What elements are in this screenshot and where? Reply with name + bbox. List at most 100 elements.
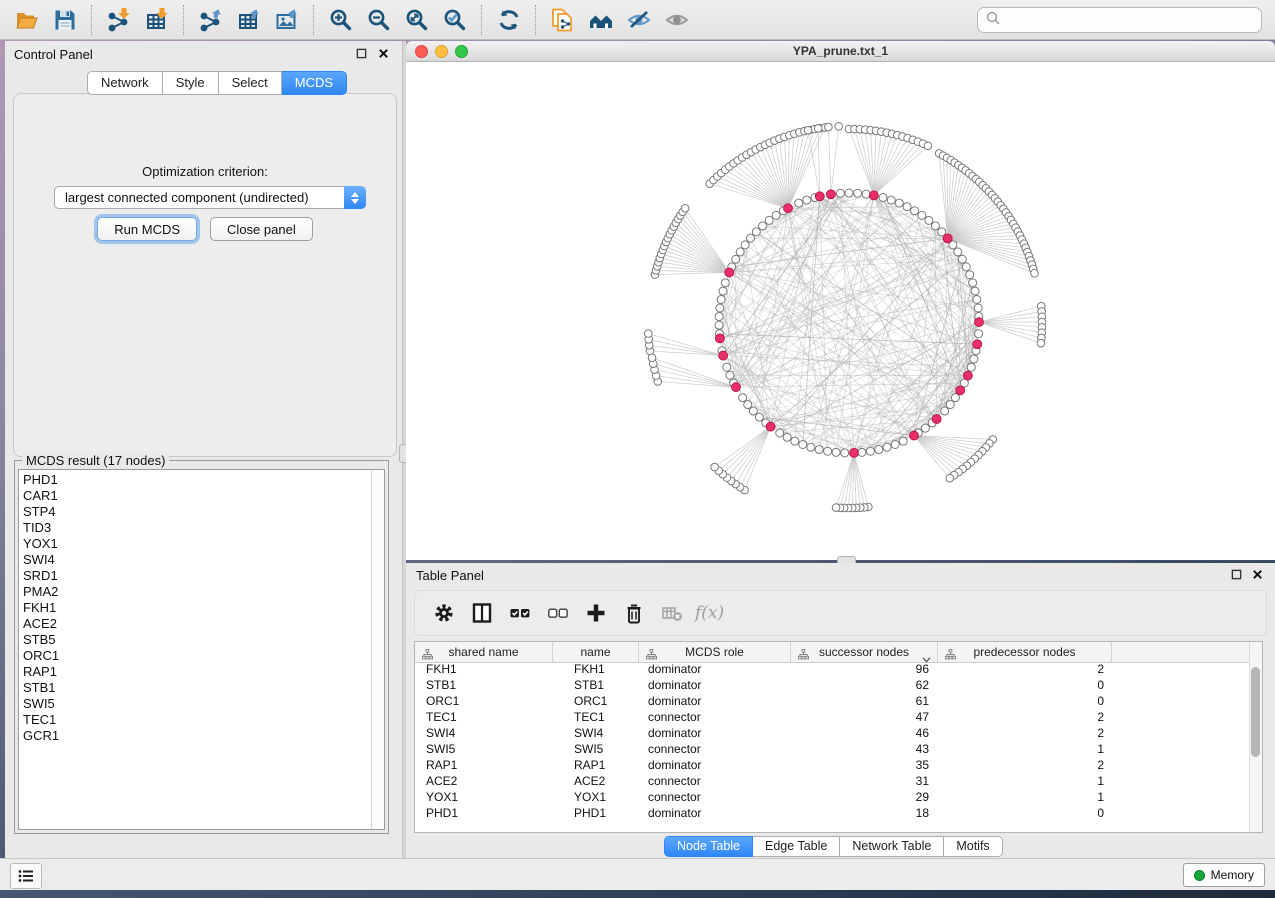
cell-successor-nodes[interactable]: 18 (791, 806, 938, 822)
cell-mcds-role[interactable]: dominator (639, 758, 791, 774)
mcds-result-item[interactable]: GCR1 (23, 728, 59, 744)
mcds-result-item[interactable]: YOX1 (23, 536, 59, 552)
cell-shared-name[interactable]: PHD1 (415, 806, 553, 822)
search-input[interactable] (1005, 12, 1261, 29)
cell-mcds-role[interactable]: dominator (639, 806, 791, 822)
mcds-result-item[interactable]: STB5 (23, 632, 59, 648)
cell-shared-name[interactable]: FKH1 (415, 662, 553, 678)
mcds-result-item[interactable]: PHD1 (23, 472, 59, 488)
cell-name[interactable]: SWI5 (553, 742, 639, 758)
cell-name[interactable]: RAP1 (553, 758, 639, 774)
show-all-button[interactable] (659, 3, 695, 37)
tab-mcds[interactable]: MCDS (282, 71, 347, 95)
cell-shared-name[interactable]: SWI4 (415, 726, 553, 742)
cell-predecessor-nodes[interactable]: 2 (938, 710, 1112, 726)
export-image-button[interactable] (269, 3, 305, 37)
mcds-result-item[interactable]: ORC1 (23, 648, 59, 664)
mcds-result-item[interactable]: RAP1 (23, 664, 59, 680)
cell-shared-name[interactable]: RAP1 (415, 758, 553, 774)
cell-successor-nodes[interactable]: 31 (791, 774, 938, 790)
cell-predecessor-nodes[interactable]: 1 (938, 774, 1112, 790)
table-row[interactable]: SWI4SWI4dominator462 (415, 726, 1250, 742)
tab-motifs[interactable]: Motifs (944, 836, 1002, 857)
cell-successor-nodes[interactable]: 47 (791, 710, 938, 726)
zoom-in-button[interactable] (323, 3, 359, 37)
column-header-successor-nodes[interactable]: successor nodes (791, 642, 938, 662)
table-scrollbar[interactable] (1249, 642, 1262, 832)
cell-name[interactable]: ACE2 (553, 774, 639, 790)
hide-selected-button[interactable] (621, 3, 657, 37)
cell-name[interactable]: TEC1 (553, 710, 639, 726)
search-box[interactable] (977, 7, 1262, 33)
column-header-mcds-role[interactable]: MCDS role (639, 642, 791, 662)
network-graph[interactable] (406, 62, 1275, 560)
cell-successor-nodes[interactable]: 96 (791, 662, 938, 678)
network-view[interactable] (406, 62, 1275, 560)
cell-predecessor-nodes[interactable]: 0 (938, 678, 1112, 694)
cell-shared-name[interactable]: ORC1 (415, 694, 553, 710)
cell-predecessor-nodes[interactable]: 2 (938, 758, 1112, 774)
mcds-result-item[interactable]: STP4 (23, 504, 59, 520)
task-history-button[interactable] (10, 863, 42, 889)
mcds-result-item[interactable]: CAR1 (23, 488, 59, 504)
export-table-button[interactable] (231, 3, 267, 37)
tab-network-table[interactable]: Network Table (840, 836, 944, 857)
tab-style[interactable]: Style (163, 71, 219, 95)
close-table-panel-icon[interactable] (1250, 567, 1264, 581)
first-neighbors-button[interactable] (583, 3, 619, 37)
cell-mcds-role[interactable]: dominator (639, 662, 791, 678)
run-mcds-button[interactable]: Run MCDS (97, 217, 197, 241)
table-row[interactable]: STB1STB1dominator620 (415, 678, 1250, 694)
delete-button[interactable] (619, 597, 649, 629)
new-network-from-selection-button[interactable] (545, 3, 581, 37)
cell-name[interactable]: PHD1 (553, 806, 639, 822)
cell-shared-name[interactable]: ACE2 (415, 774, 553, 790)
mcds-result-item[interactable]: SWI4 (23, 552, 59, 568)
cell-mcds-role[interactable]: dominator (639, 678, 791, 694)
cell-successor-nodes[interactable]: 43 (791, 742, 938, 758)
cell-shared-name[interactable]: STB1 (415, 678, 553, 694)
table-scrollbar-thumb[interactable] (1251, 667, 1260, 757)
zoom-selected-button[interactable] (437, 3, 473, 37)
cell-mcds-role[interactable]: dominator (639, 726, 791, 742)
cell-name[interactable]: FKH1 (553, 662, 639, 678)
cell-successor-nodes[interactable]: 46 (791, 726, 938, 742)
close-panel-button[interactable]: Close panel (210, 217, 313, 241)
cell-predecessor-nodes[interactable]: 1 (938, 790, 1112, 806)
column-header-predecessor-nodes[interactable]: predecessor nodes (938, 642, 1112, 662)
table-row[interactable]: PHD1PHD1dominator180 (415, 806, 1250, 822)
cell-successor-nodes[interactable]: 35 (791, 758, 938, 774)
memory-button[interactable]: Memory (1183, 863, 1265, 887)
mcds-result-item[interactable]: SRD1 (23, 568, 59, 584)
cell-mcds-role[interactable]: connector (639, 774, 791, 790)
cell-name[interactable]: YOX1 (553, 790, 639, 806)
export-network-button[interactable] (193, 3, 229, 37)
zoom-fit-button[interactable] (399, 3, 435, 37)
cell-successor-nodes[interactable]: 62 (791, 678, 938, 694)
table-settings-gear-button[interactable] (429, 597, 459, 629)
table-row[interactable]: TEC1TEC1connector472 (415, 710, 1250, 726)
tab-network[interactable]: Network (87, 71, 163, 95)
cell-predecessor-nodes[interactable]: 2 (938, 726, 1112, 742)
zoom-out-button[interactable] (361, 3, 397, 37)
optimization-criterion-select[interactable]: largest connected component (undirected) (54, 186, 366, 209)
tab-select[interactable]: Select (219, 71, 282, 95)
cell-mcds-role[interactable]: connector (639, 790, 791, 806)
column-header-name[interactable]: name (553, 642, 639, 662)
float-table-panel-icon[interactable] (1229, 567, 1243, 581)
mcds-result-item[interactable]: STB1 (23, 680, 59, 696)
cell-name[interactable]: SWI4 (553, 726, 639, 742)
toggle-columns-button[interactable] (467, 597, 497, 629)
cell-mcds-role[interactable]: connector (639, 710, 791, 726)
select-all-button[interactable] (505, 597, 535, 629)
cell-shared-name[interactable]: YOX1 (415, 790, 553, 806)
mcds-result-list[interactable]: PHD1CAR1STP4TID3YOX1SWI4SRD1PMA2FKH1ACE2… (18, 469, 385, 830)
cell-successor-nodes[interactable]: 29 (791, 790, 938, 806)
table-row[interactable]: YOX1YOX1connector291 (415, 790, 1250, 806)
mcds-result-item[interactable]: ACE2 (23, 616, 59, 632)
float-panel-icon[interactable] (354, 46, 368, 60)
cell-mcds-role[interactable]: connector (639, 742, 791, 758)
cell-predecessor-nodes[interactable]: 0 (938, 806, 1112, 822)
cell-predecessor-nodes[interactable]: 0 (938, 694, 1112, 710)
cell-name[interactable]: ORC1 (553, 694, 639, 710)
